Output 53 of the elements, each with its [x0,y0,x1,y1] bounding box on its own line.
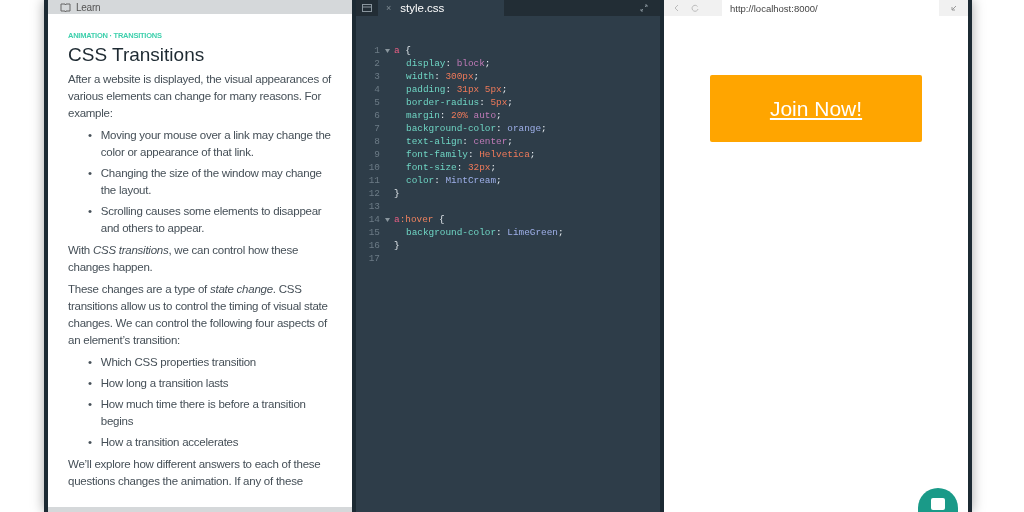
fold-icon[interactable] [384,48,390,53]
code-line: font-family: Helvetica; [405,148,536,161]
chat-button[interactable] [918,488,958,512]
code-line: } [394,239,400,252]
paragraph: We’ll explore how different answers to each of these questions changes the animation. If any of these [68,457,322,489]
code-line: } [394,187,400,200]
bullet-item: How long a transition lasts [100,376,229,391]
file-tab[interactable]: × style.css [378,0,505,16]
bullet-item: How much time there is before a transition begins [100,397,307,429]
line-number: 16 [367,239,380,252]
code-line: font-size: 32px; [405,161,497,174]
bullet: • [88,128,92,143]
bullet: • [88,397,92,412]
line-number: 6 [373,109,380,122]
line-number: 7 [373,122,380,135]
line-number: 1 [373,44,380,57]
bullet: • [88,355,92,370]
bullet-item: Moving your mouse over a link may change the color or appearance of that link. [100,128,332,160]
learn-tab[interactable]: Learn [76,1,101,13]
line-number: 17 [367,252,380,265]
code-line: text-align: center; [405,135,513,148]
bullet-item: How a transition accelerates [100,435,239,450]
expand-icon[interactable] [640,4,648,12]
bullet-item: Which CSS properties transition [100,355,256,370]
book-icon [60,2,71,12]
paragraph: With CSS transitions, we can control how these changes happen. [68,243,300,275]
fold-icon[interactable] [384,217,390,222]
bullet: • [88,166,92,181]
paragraph: After a website is displayed, the visual appearances of various elements can change for many reasons. For example: [68,72,333,121]
code-line: color: MintCream; [405,174,502,187]
bullet: • [88,376,92,391]
code-line: border-radius: 5px; [405,96,513,109]
expand-icon[interactable] [950,5,957,11]
code-line: background-color: orange; [405,122,547,135]
code-line: background-color: LimeGreen; [405,226,564,239]
bullet-item: Changing the size of the window may change the layout. [100,166,323,198]
line-number: 11 [367,174,380,187]
close-icon[interactable]: × [386,3,392,13]
lesson-title: CSS Transitions [68,43,206,66]
panel-icon[interactable] [362,4,372,12]
chat-icon [931,498,945,510]
paragraph: These changes are a type of state change. CSS transitions allow us to control the timing of visual state changes. We can control the following four aspects of an element’s transition: [68,282,329,348]
code-line: display: block; [405,57,491,70]
code-line: a:hover { [394,213,445,226]
code-line: padding: 31px 5px; [405,83,508,96]
bullet: • [88,435,92,450]
bullet-item: Scrolling causes some elements to disappear and others to appear. [100,204,323,236]
code-line: width: 300px; [405,70,480,83]
line-number: 2 [373,57,380,70]
line-number: 12 [367,187,380,200]
code-line: margin: 20% auto; [405,109,502,122]
bullet: • [88,204,92,219]
code-line: a { [394,44,411,57]
